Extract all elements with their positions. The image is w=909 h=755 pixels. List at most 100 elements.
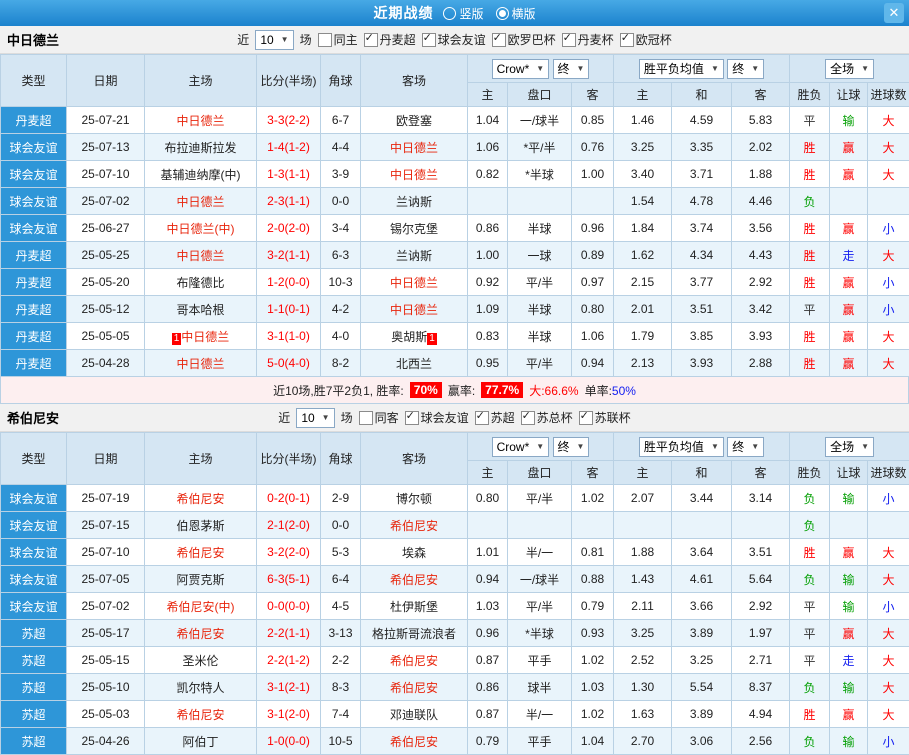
- odds-away-cell: [572, 188, 614, 215]
- col-odds-home: 主: [468, 83, 508, 107]
- home-team-cell: 阿贾克斯: [145, 566, 257, 593]
- date-cell: 25-05-15: [67, 647, 145, 674]
- away-team-cell: 希伯尼安: [361, 647, 468, 674]
- home-team-cell: 希伯尼安: [145, 620, 257, 647]
- same-venue-label: 同客: [375, 409, 399, 426]
- checkbox-icon: [359, 411, 373, 425]
- date-cell: 25-05-20: [67, 269, 145, 296]
- layout-radio[interactable]: 竖版: [443, 5, 483, 22]
- away-team-name: 中日德兰: [390, 303, 438, 317]
- handicap-line-cell: 平/半: [508, 269, 572, 296]
- summary-bar: 近10场,胜7平2负1, 胜率: 70% 赢率: 77.7% 大:66.6% 单…: [0, 377, 909, 404]
- date-cell: 25-04-28: [67, 350, 145, 377]
- col-handicap: 让球: [830, 461, 868, 485]
- handicap-result-cell: [830, 512, 868, 539]
- odds-group-header: Crow*▼ 终▼: [468, 433, 614, 461]
- away-team-name: 希伯尼安: [390, 573, 438, 587]
- col-type: 类型: [1, 55, 67, 107]
- layout-radio[interactable]: 横版: [496, 5, 536, 22]
- goals-result-cell: 大: [868, 620, 909, 647]
- odds-final-select[interactable]: 终▼: [553, 59, 590, 79]
- chevron-down-icon: ▼: [861, 442, 869, 451]
- avg-away-cell: 1.97: [732, 620, 790, 647]
- date-cell: 25-05-05: [67, 323, 145, 350]
- goals-result-cell: 大: [868, 242, 909, 269]
- league-label: 欧冠杯: [636, 31, 672, 48]
- scope-group-header: 全场▼: [790, 55, 909, 83]
- corner-cell: 10-3: [321, 269, 361, 296]
- same-venue-checkbox[interactable]: 同主: [318, 31, 358, 48]
- close-button[interactable]: ✕: [884, 3, 904, 23]
- match-row: 苏超 25-05-15 圣米伦 2-2(1-2) 2-2 希伯尼安 0.87 平…: [1, 647, 909, 674]
- col-corner: 角球: [321, 55, 361, 107]
- match-count-select[interactable]: 10 ▼: [255, 30, 293, 50]
- odds-source-select[interactable]: Crow*▼: [492, 437, 550, 457]
- avg-home-cell: 1.62: [614, 242, 672, 269]
- avg-home-cell: 1.54: [614, 188, 672, 215]
- odds-away-cell: 0.89: [572, 242, 614, 269]
- handicap-line-cell: 半球: [508, 296, 572, 323]
- odds-away-cell: 1.00: [572, 161, 614, 188]
- results-table-hibernian: 类型 日期 主场 比分(半场) 角球 客场 Crow*▼ 终▼ 胜平负均值▼ 终…: [0, 432, 909, 755]
- scope-select[interactable]: 全场▼: [825, 437, 874, 457]
- away-team-name: 兰讷斯: [396, 195, 432, 209]
- same-venue-checkbox[interactable]: 同客: [359, 409, 399, 426]
- avg-home-cell: 1.84: [614, 215, 672, 242]
- match-row: 苏超 25-05-10 凯尔特人 3-1(2-1) 8-3 希伯尼安 0.86 …: [1, 674, 909, 701]
- away-team-name: 中日德兰: [390, 276, 438, 290]
- col-result: 胜负: [790, 461, 830, 485]
- score-cell: 2-2(1-2): [257, 647, 321, 674]
- corner-cell: 10-5: [321, 728, 361, 755]
- big-rate-value: 66.6%: [545, 384, 579, 398]
- league-checkbox[interactable]: 欧罗巴杯: [492, 31, 556, 48]
- goals-result-cell: 大: [868, 107, 909, 134]
- avg-away-cell: 4.43: [732, 242, 790, 269]
- avg-home-cell: 2.11: [614, 593, 672, 620]
- avg-source-select[interactable]: 胜平负均值 ▼: [639, 437, 724, 457]
- league-checkbox[interactable]: 苏超: [475, 409, 515, 426]
- chevron-down-icon: ▼: [577, 64, 585, 73]
- away-team-name: 邓迪联队: [390, 708, 438, 722]
- avg-draw-cell: 3.89: [672, 620, 732, 647]
- odds-source-select[interactable]: Crow*▼: [492, 59, 550, 79]
- select-value: 终: [558, 60, 570, 77]
- league-checkbox[interactable]: 丹麦超: [364, 31, 416, 48]
- avg-home-cell: 1.46: [614, 107, 672, 134]
- goals-result-cell: 小: [868, 296, 909, 323]
- avg-final-select[interactable]: 终▼: [727, 437, 764, 457]
- score-cell: 0-0(0-0): [257, 593, 321, 620]
- odds-home-cell: 0.87: [468, 647, 508, 674]
- avg-source-select[interactable]: 胜平负均值▼: [639, 59, 724, 79]
- corner-cell: 4-2: [321, 296, 361, 323]
- match-count-select[interactable]: 10 ▼: [296, 408, 334, 428]
- select-value: Crow*: [497, 440, 530, 454]
- league-checkbox[interactable]: 苏总杯: [521, 409, 573, 426]
- odds-final-select[interactable]: 终▼: [553, 437, 590, 457]
- odds-home-cell: 0.80: [468, 485, 508, 512]
- avg-home-cell: 2.01: [614, 296, 672, 323]
- big-rate: 大:66.6%: [529, 382, 578, 399]
- handicap-result-cell: 赢: [830, 323, 868, 350]
- league-checkbox[interactable]: 丹麦杯: [562, 31, 614, 48]
- league-checkbox[interactable]: 欧冠杯: [620, 31, 672, 48]
- avg-final-select[interactable]: 终▼: [727, 59, 764, 79]
- match-row: 球会友谊 25-07-05 阿贾克斯 6-3(5-1) 6-4 希伯尼安 0.9…: [1, 566, 909, 593]
- league-checkbox[interactable]: 苏联杯: [579, 409, 631, 426]
- league-type-cell: 球会友谊: [1, 161, 67, 188]
- select-value: 胜平负均值: [644, 438, 704, 455]
- league-checkbox[interactable]: 球会友谊: [405, 409, 469, 426]
- chevron-down-icon: ▼: [281, 35, 289, 44]
- home-team-cell: 伯恩茅斯: [145, 512, 257, 539]
- checkbox-icon: [492, 33, 506, 47]
- league-checkbox[interactable]: 球会友谊: [422, 31, 486, 48]
- scope-select[interactable]: 全场▼: [825, 59, 874, 79]
- odds-away-cell: 0.96: [572, 215, 614, 242]
- chevron-down-icon: ▼: [711, 442, 719, 451]
- match-row: 球会友谊 25-07-10 基辅迪纳摩(中) 1-3(1-1) 3-9 中日德兰…: [1, 161, 909, 188]
- avg-away-cell: 3.51: [732, 539, 790, 566]
- avg-draw-cell: 3.93: [672, 350, 732, 377]
- home-team-cell: 布隆德比: [145, 269, 257, 296]
- away-team-cell: 欧登塞: [361, 107, 468, 134]
- result-cell: 平: [790, 107, 830, 134]
- filter-bar: 近 10 ▼ 场 同主 丹麦超: [237, 30, 671, 50]
